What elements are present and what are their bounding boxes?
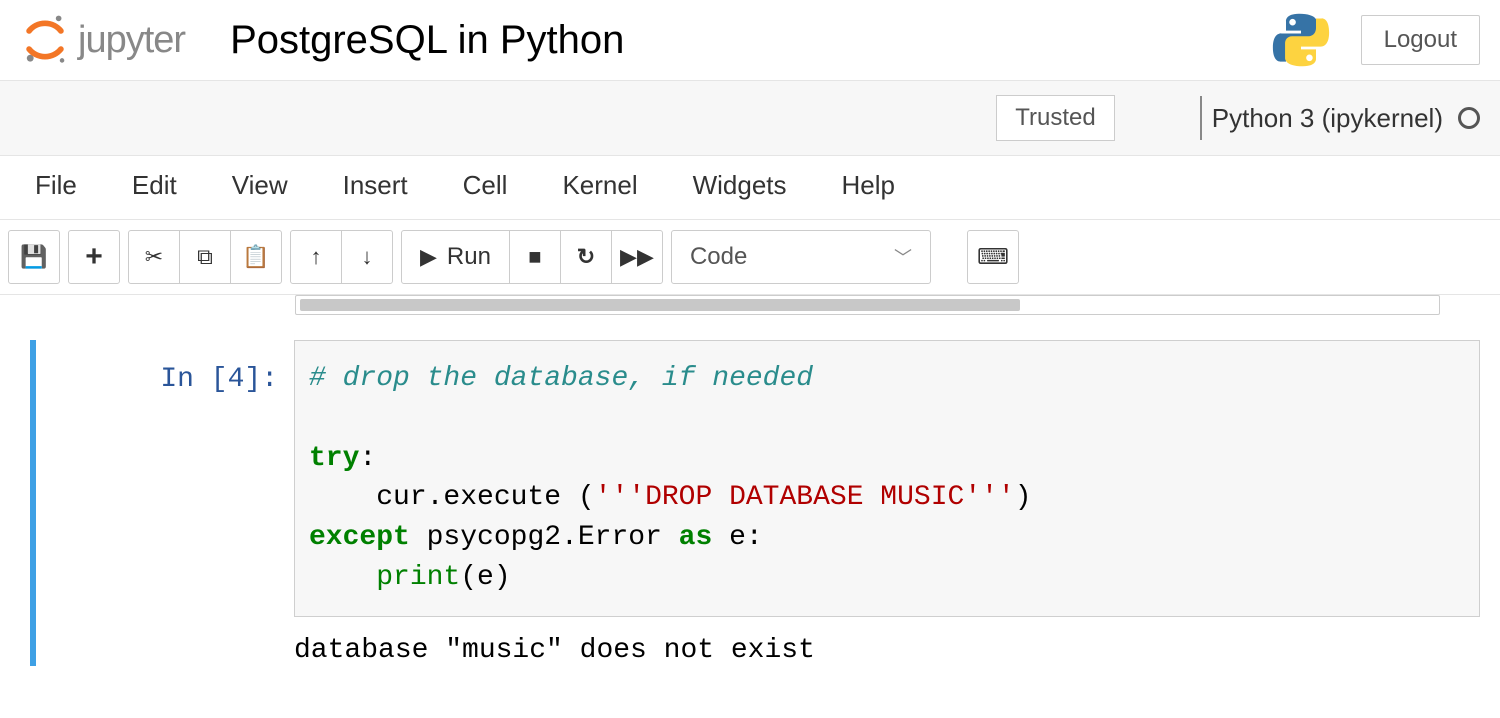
keyboard-icon: ⌨ bbox=[977, 244, 1009, 270]
menu-insert[interactable]: Insert bbox=[343, 170, 408, 201]
logout-button[interactable]: Logout bbox=[1361, 15, 1480, 65]
save-button[interactable]: 💾 bbox=[8, 230, 60, 284]
header: jupyter PostgreSQL in Python Logout bbox=[0, 0, 1500, 81]
chevron-down-icon: ﹀ bbox=[894, 244, 912, 270]
fast-forward-icon: ▶▶ bbox=[620, 244, 654, 270]
move-up-button[interactable]: ↑ bbox=[290, 230, 342, 284]
kernel-name[interactable]: Python 3 (ipykernel) bbox=[1212, 103, 1443, 134]
python-logo-icon bbox=[1271, 10, 1331, 70]
cell-output: database "music" does not exist bbox=[294, 617, 1480, 666]
arrow-down-icon: ↓ bbox=[362, 244, 373, 270]
code-input[interactable]: # drop the database, if needed try: cur.… bbox=[294, 340, 1480, 617]
restart-button[interactable]: ↻ bbox=[560, 230, 612, 284]
separator bbox=[1200, 96, 1202, 140]
menu-cell[interactable]: Cell bbox=[463, 170, 508, 201]
notebook-area: In [4]: # drop the database, if needed t… bbox=[0, 295, 1500, 666]
restart-run-all-button[interactable]: ▶▶ bbox=[611, 230, 663, 284]
status-bar: Trusted Python 3 (ipykernel) bbox=[0, 81, 1500, 156]
code-comment: # drop the database, if needed bbox=[309, 363, 813, 394]
arrow-up-icon: ↑ bbox=[311, 244, 322, 270]
scrollbar-thumb[interactable] bbox=[300, 299, 1020, 311]
paste-icon: 📋 bbox=[242, 244, 269, 270]
menu-help[interactable]: Help bbox=[842, 170, 895, 201]
cell-prompt: In [4]: bbox=[38, 340, 294, 666]
plus-icon: + bbox=[85, 240, 103, 274]
horizontal-scrollbar[interactable] bbox=[295, 295, 1440, 315]
menu-edit[interactable]: Edit bbox=[132, 170, 177, 201]
jupyter-logo[interactable]: jupyter bbox=[20, 15, 185, 65]
toolbar: 💾 + ✂ ⧉ 📋 ↑ ↓ ▶ Run ■ ↻ ▶▶ Code ﹀ ⌨ bbox=[0, 220, 1500, 295]
copy-button[interactable]: ⧉ bbox=[179, 230, 231, 284]
command-palette-button[interactable]: ⌨ bbox=[967, 230, 1019, 284]
menu-view[interactable]: View bbox=[232, 170, 288, 201]
interrupt-button[interactable]: ■ bbox=[509, 230, 561, 284]
run-label: Run bbox=[447, 243, 491, 271]
trusted-indicator[interactable]: Trusted bbox=[996, 95, 1114, 141]
menu-bar: File Edit View Insert Cell Kernel Widget… bbox=[0, 156, 1500, 220]
menu-kernel[interactable]: Kernel bbox=[562, 170, 637, 201]
menu-file[interactable]: File bbox=[35, 170, 77, 201]
play-icon: ▶ bbox=[420, 244, 437, 270]
paste-button[interactable]: 📋 bbox=[230, 230, 282, 284]
cell-type-select[interactable]: Code ﹀ bbox=[671, 230, 931, 284]
move-down-button[interactable]: ↓ bbox=[341, 230, 393, 284]
cell-type-label: Code bbox=[690, 243, 747, 271]
cut-icon: ✂ bbox=[145, 244, 163, 270]
notebook-title[interactable]: PostgreSQL in Python bbox=[230, 18, 624, 63]
menu-widgets[interactable]: Widgets bbox=[693, 170, 787, 201]
restart-icon: ↻ bbox=[577, 244, 595, 270]
jupyter-icon bbox=[20, 15, 70, 65]
code-cell[interactable]: In [4]: # drop the database, if needed t… bbox=[30, 340, 1480, 666]
logo-text: jupyter bbox=[78, 19, 185, 62]
run-button[interactable]: ▶ Run bbox=[401, 230, 510, 284]
cut-button[interactable]: ✂ bbox=[128, 230, 180, 284]
insert-cell-button[interactable]: + bbox=[68, 230, 120, 284]
save-icon: 💾 bbox=[20, 244, 47, 270]
kernel-status-icon bbox=[1458, 107, 1480, 129]
cell-run-indicator bbox=[30, 340, 36, 666]
copy-icon: ⧉ bbox=[197, 244, 213, 270]
stop-icon: ■ bbox=[528, 244, 541, 270]
